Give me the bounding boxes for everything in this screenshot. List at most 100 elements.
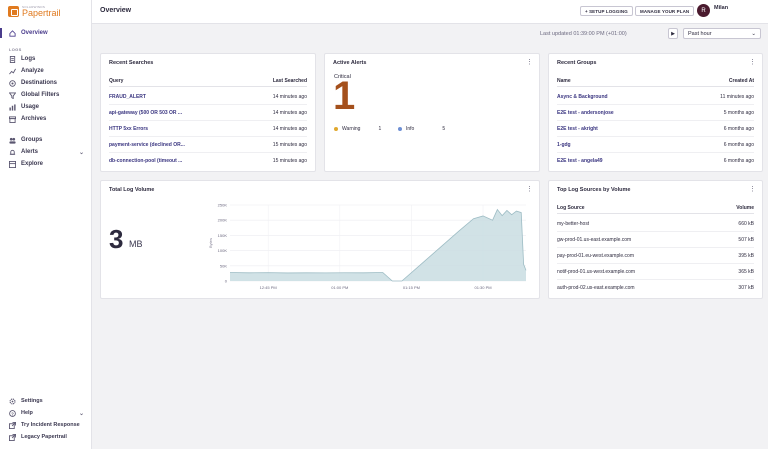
y-axis-label: Bytes: [208, 238, 213, 248]
recent-searches-card: Recent Searches Query Last Searched FRAU…: [100, 53, 316, 172]
table-row[interactable]: HTTP 5xx Errors 14 minutes ago: [109, 121, 307, 137]
search-time: 14 minutes ago: [272, 125, 307, 132]
column-header: Last Searched: [272, 77, 307, 84]
search-time: 14 minutes ago: [272, 109, 307, 116]
info-label: Info: [406, 126, 415, 132]
table-row[interactable]: my-better-host 660 kB: [557, 216, 754, 232]
play-button[interactable]: ▶: [668, 28, 678, 39]
user-name[interactable]: Milan: [714, 5, 728, 11]
group-link[interactable]: 1-gdg: [557, 142, 571, 148]
avatar[interactable]: R: [697, 4, 710, 17]
table-row[interactable]: E2E test - akright 6 months ago: [557, 121, 754, 137]
setup-logging-button[interactable]: + SETUP LOGGING: [580, 6, 633, 16]
card-title: Recent Searches: [109, 60, 154, 66]
group-created: 6 months ago: [723, 141, 754, 148]
sidebar-item-analyze[interactable]: Analyze: [0, 65, 92, 77]
sidebar-item-explore[interactable]: Explore: [0, 158, 92, 170]
group-link[interactable]: E2E test - andersonjose: [557, 110, 614, 116]
warning-legend[interactable]: Warning 1: [334, 126, 381, 132]
info-legend[interactable]: Info 5: [398, 126, 445, 132]
group-created: 11 minutes ago: [720, 93, 754, 100]
more-options-icon[interactable]: ⋮: [526, 58, 533, 66]
sidebar-item-try-incident[interactable]: Try Incident Response: [0, 419, 92, 431]
group-link[interactable]: E2E test - angela49: [557, 158, 603, 164]
column-header: Query: [109, 77, 124, 84]
card-title: Recent Groups: [557, 60, 597, 66]
column-header: Name: [557, 77, 571, 84]
sidebar-item-logs[interactable]: Logs: [0, 53, 92, 65]
sidebar-item-archives[interactable]: Archives: [0, 113, 92, 125]
info-dot-icon: [398, 127, 402, 131]
page-title: Overview: [100, 7, 132, 14]
search-time: 14 minutes ago: [272, 93, 307, 100]
table-row[interactable]: gw-prod-01.us-east.example.com 507 kB: [557, 232, 754, 248]
top-sources-card: Top Log Sources by Volume ⋮ Log Source V…: [548, 180, 763, 299]
sidebar-item-label: Alerts: [21, 149, 39, 155]
table-row[interactable]: payment-service (declined OR... 15 minute…: [109, 137, 307, 153]
search-query-link[interactable]: payment-service (declined OR...: [109, 142, 185, 148]
sidebar-item-groups[interactable]: Groups: [0, 134, 92, 146]
sidebar-item-label: Help: [21, 410, 33, 416]
app-logo[interactable]: SOLARWINDS Papertrail: [8, 5, 61, 18]
chevron-down-icon: ⌄: [751, 30, 756, 37]
sidebar-item-label: Legacy Papertrail: [21, 434, 67, 440]
table-row[interactable]: FRAUD_ALERT 14 minutes ago: [109, 89, 307, 105]
y-tick-label: 50K: [220, 263, 227, 268]
group-link[interactable]: Async & Background: [557, 94, 608, 100]
more-options-icon[interactable]: ⋮: [749, 185, 756, 193]
log-source-name[interactable]: pay-prod-01.eu-west.example.com: [557, 253, 634, 259]
table-row[interactable]: api-gateway (500 OR 503 OR ... 14 minutes…: [109, 105, 307, 121]
table-header: Name Created At: [557, 75, 754, 87]
search-query-link[interactable]: db-connection-pool (timeout ...: [109, 158, 182, 164]
table-row[interactable]: E2E test - angela49 6 months ago: [557, 153, 754, 169]
search-query-link[interactable]: HTTP 5xx Errors: [109, 126, 148, 132]
table-row[interactable]: auth-prod-02.us-east.example.com 307 kB: [557, 280, 754, 296]
gear-icon: [9, 398, 16, 405]
table-row[interactable]: Async & Background 11 minutes ago: [557, 89, 754, 105]
sidebar-item-help[interactable]: ? Help ⌄: [0, 407, 92, 419]
time-range-select[interactable]: Past hour ⌄: [683, 28, 761, 39]
document-icon: [9, 55, 16, 63]
log-source-name[interactable]: auth-prod-02.us-east.example.com: [557, 285, 635, 291]
sidebar-item-destinations[interactable]: Destinations: [0, 77, 92, 89]
log-volume-chart[interactable]: 0 50K 100K 150K 200K 250K 12:45 PM 01:00 PM 01:1…: [204, 187, 534, 299]
card-title: Top Log Sources by Volume: [557, 187, 631, 193]
table-row[interactable]: pay-prod-01.eu-west.example.com 395 kB: [557, 248, 754, 264]
chevron-down-icon[interactable]: ⌄: [79, 410, 84, 417]
play-icon: ▶: [671, 30, 675, 37]
sidebar-item-settings[interactable]: Settings: [0, 395, 92, 407]
explore-icon: [9, 160, 16, 168]
search-time: 15 minutes ago: [272, 141, 307, 148]
log-source-volume: 365 kB: [738, 268, 754, 275]
sidebar-item-overview[interactable]: Overview: [0, 27, 92, 39]
sidebar-item-label: Explore: [21, 161, 44, 167]
x-tick-label: 01:15 PM: [403, 285, 420, 290]
manage-plan-button[interactable]: MANAGE YOUR PLAN: [635, 6, 695, 16]
sidebar-item-legacy[interactable]: Legacy Papertrail: [0, 431, 92, 443]
sidebar-item-label: Groups: [21, 137, 43, 143]
external-link-icon: [9, 421, 16, 429]
group-link[interactable]: E2E test - akright: [557, 126, 598, 132]
chevron-down-icon[interactable]: ⌄: [79, 149, 84, 156]
x-tick-label: 01:30 PM: [474, 285, 491, 290]
sidebar-item-alerts[interactable]: Alerts ⌄: [0, 146, 92, 158]
time-range-value: Past hour: [688, 30, 712, 37]
help-icon: ?: [9, 409, 16, 417]
group-created: 6 months ago: [723, 125, 754, 132]
search-query-link[interactable]: FRAUD_ALERT: [109, 94, 146, 100]
group-created: 5 months ago: [723, 109, 754, 116]
table-row[interactable]: notif-prod-01.us-west.example.com 365 kB: [557, 264, 754, 280]
bell-icon: [9, 149, 16, 156]
table-row[interactable]: db-connection-pool (timeout ... 15 minute…: [109, 153, 307, 169]
critical-count[interactable]: 1: [333, 76, 355, 116]
search-query-link[interactable]: api-gateway (500 OR 503 OR ...: [109, 110, 182, 116]
log-source-name[interactable]: gw-prod-01.us-east.example.com: [557, 237, 631, 243]
table-row[interactable]: E2E test - andersonjose 5 months ago: [557, 105, 754, 121]
table-row[interactable]: 1-gdg 6 months ago: [557, 137, 754, 153]
log-source-name[interactable]: notif-prod-01.us-west.example.com: [557, 269, 635, 275]
log-source-name[interactable]: my-better-host: [557, 221, 589, 227]
log-volume-unit: MB: [129, 239, 143, 249]
sidebar-item-usage[interactable]: Usage: [0, 101, 92, 113]
sidebar-item-global-filters[interactable]: Global Filters: [0, 89, 92, 101]
more-options-icon[interactable]: ⋮: [749, 58, 756, 66]
